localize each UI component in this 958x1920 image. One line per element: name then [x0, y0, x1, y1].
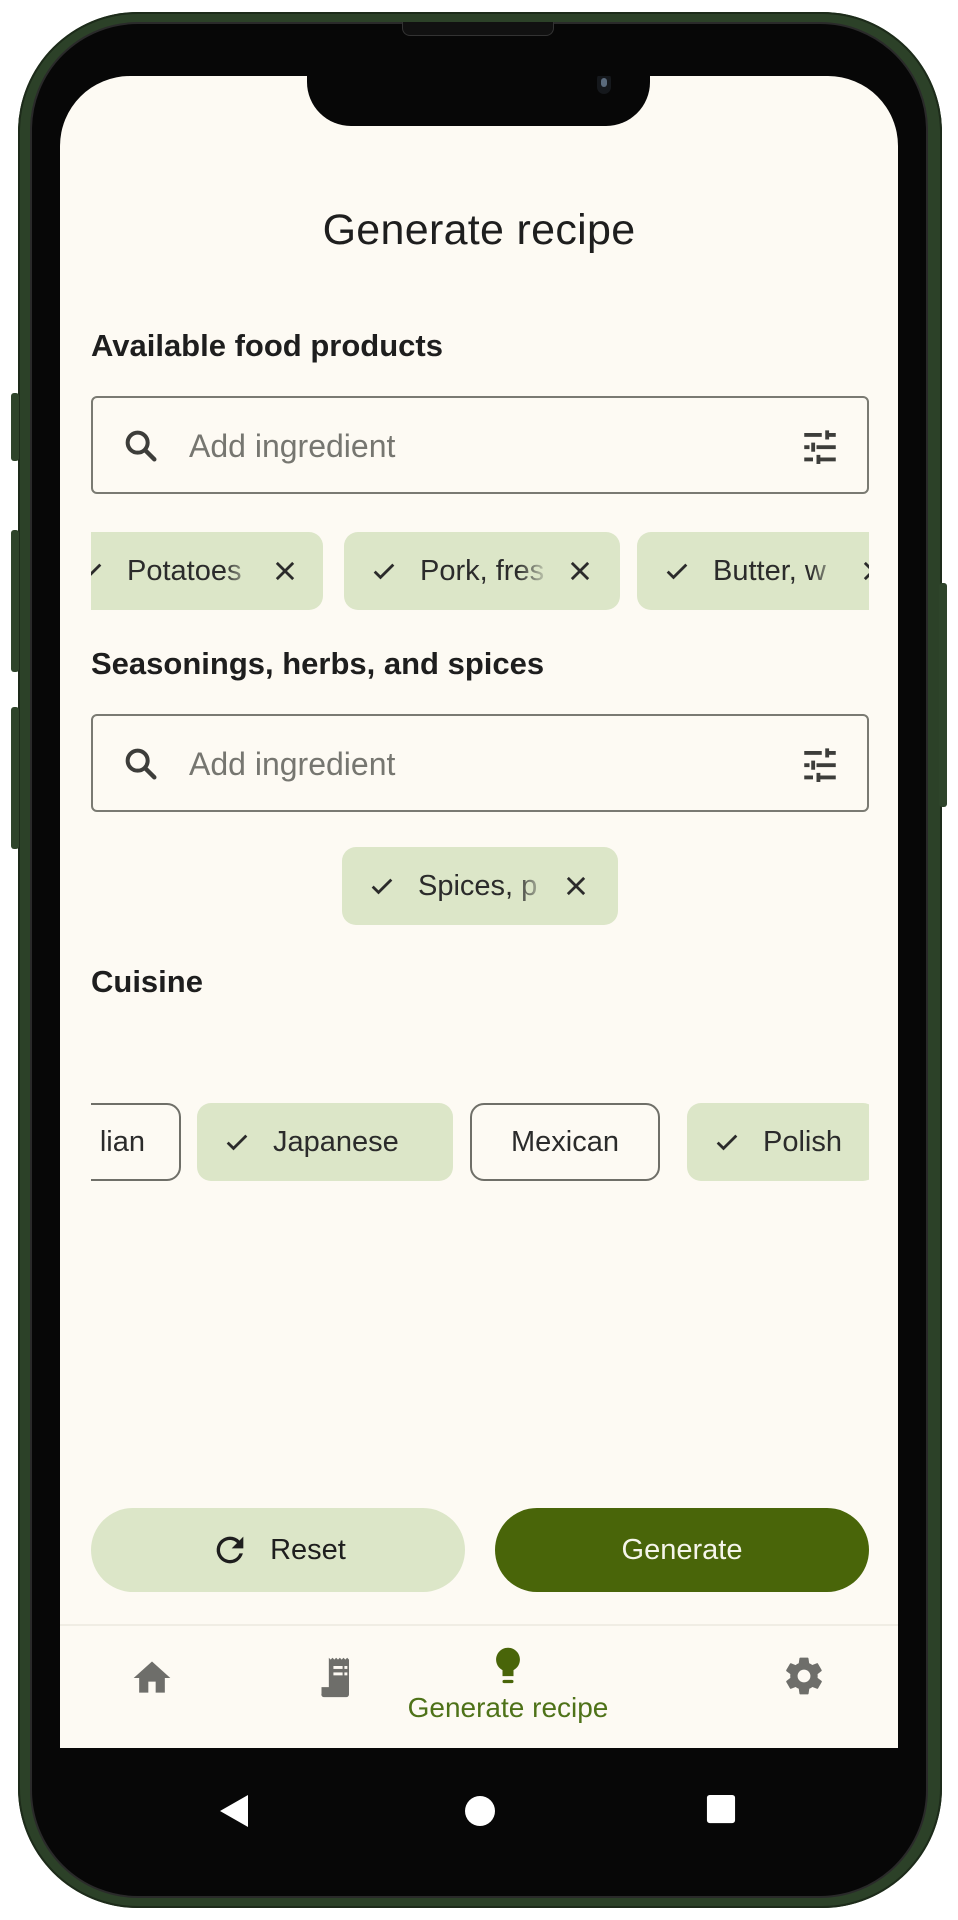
cuisine-heading: Cuisine — [91, 964, 203, 999]
phone-side-button — [11, 393, 19, 461]
seasonings-search-field[interactable] — [91, 714, 869, 812]
food-products-search-field[interactable] — [91, 396, 869, 494]
receipt-icon — [321, 1657, 349, 1698]
refresh-icon — [216, 1536, 244, 1564]
cuisine-chip-polish[interactable]: Polish — [687, 1103, 869, 1181]
lightbulb-icon — [496, 1647, 520, 1684]
food-products-chip-row[interactable]: Potatoes Pork, fres Butter, w — [91, 532, 869, 610]
page-title: Generate recipe — [322, 206, 636, 254]
back-icon[interactable] — [218, 1794, 250, 1828]
reset-button[interactable]: Reset — [91, 1508, 465, 1592]
close-icon[interactable] — [566, 557, 594, 585]
home-circle-icon[interactable] — [464, 1795, 496, 1827]
check-icon — [91, 563, 102, 576]
seasonings-chip-row[interactable]: Spices, p — [91, 847, 869, 925]
ingredient-chip-butter[interactable]: Butter, w — [637, 532, 869, 610]
check-icon — [226, 1134, 248, 1151]
seasonings-search-input[interactable] — [189, 736, 749, 792]
phone-power-button — [939, 583, 947, 807]
chip-label: Spices, p — [418, 869, 538, 902]
chip-label: Pork, fres — [420, 554, 545, 587]
bottom-navigation: Generate recipe — [60, 1624, 898, 1748]
chip-label: Japanese — [273, 1125, 399, 1158]
nav-item-settings[interactable] — [718, 1626, 898, 1748]
ingredient-chip-potatoes[interactable]: Potatoes — [91, 532, 323, 610]
close-icon[interactable] — [562, 872, 590, 900]
gear-icon — [786, 1657, 822, 1695]
generate-label: Generate — [621, 1533, 743, 1566]
cuisine-chip-japanese[interactable]: Japanese — [197, 1103, 453, 1181]
reset-label: Reset — [270, 1533, 346, 1566]
check-icon — [716, 1134, 738, 1151]
cuisine-chip-row[interactable]: lian Japanese Mexican Polish — [91, 1103, 869, 1181]
filter-tune-icon[interactable] — [799, 744, 841, 786]
food-products-heading: Available food products — [91, 328, 443, 363]
recents-square-icon[interactable] — [706, 1794, 736, 1824]
chip-label: Polish — [763, 1125, 842, 1158]
search-icon — [125, 430, 157, 462]
chip-label: Butter, w — [713, 554, 826, 587]
home-icon — [133, 1661, 171, 1693]
check-icon — [373, 563, 395, 580]
chip-label: Mexican — [511, 1125, 619, 1158]
nav-item-home[interactable] — [60, 1626, 240, 1748]
nav-item-generate-recipe[interactable]: Generate recipe — [378, 1626, 638, 1748]
cuisine-chip-mexican[interactable]: Mexican — [470, 1103, 660, 1181]
ingredient-chip-pork[interactable]: Pork, fres — [344, 532, 620, 610]
chip-label: Potatoes — [127, 554, 242, 587]
filter-tune-icon[interactable] — [799, 426, 841, 468]
check-icon — [371, 878, 393, 895]
app-screen: Generate recipe Available food products … — [60, 76, 898, 1748]
generate-button[interactable]: Generate — [495, 1508, 869, 1592]
ingredient-chip-spices[interactable]: Spices, p — [342, 847, 618, 925]
phone-volume-down-button — [11, 707, 19, 849]
front-camera — [597, 76, 611, 94]
phone-speaker — [402, 22, 554, 36]
phone-volume-up-button — [11, 530, 19, 672]
camera-notch — [307, 76, 650, 126]
nav-label-generate-recipe: Generate recipe — [407, 1692, 609, 1723]
chip-label: lian — [99, 1125, 145, 1158]
food-products-search-input[interactable] — [189, 418, 749, 474]
search-icon — [125, 748, 157, 780]
system-navigation-bar — [60, 1748, 898, 1848]
close-icon[interactable] — [271, 557, 299, 585]
nav-item-recipes[interactable] — [220, 1626, 400, 1748]
close-icon[interactable] — [859, 557, 869, 585]
seasonings-heading: Seasonings, herbs, and spices — [91, 646, 545, 681]
cuisine-chip-italian[interactable]: lian — [91, 1103, 181, 1181]
check-icon — [666, 563, 688, 580]
